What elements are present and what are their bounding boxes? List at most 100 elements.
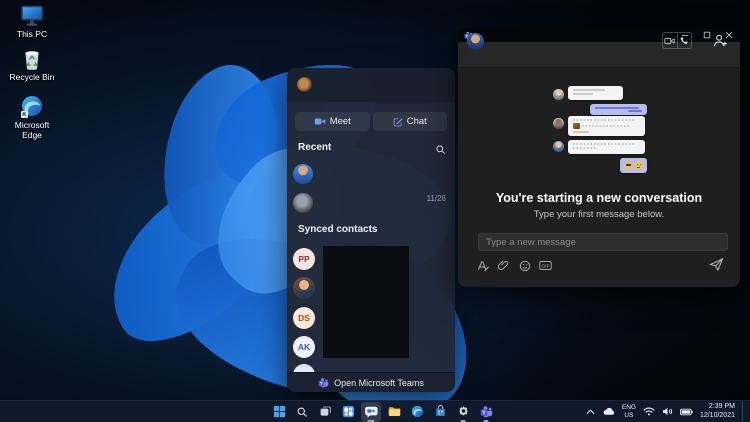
desktop-icon-label: This PC [16,29,48,39]
language-line1: ENG [621,404,636,412]
chat-button[interactable]: Chat [372,112,447,131]
chat-button-label: Chat [406,116,427,127]
edge-icon [19,95,45,119]
teams-logo-icon [318,378,329,388]
illustration-message [568,140,645,154]
illustration-avatar [553,89,564,100]
call-button-group [662,32,692,49]
illustration-avatar [553,141,564,152]
meet-camera-icon [314,118,325,125]
illustration-message-sent [590,104,647,115]
contact-avatar-initials[interactable]: AK [293,336,315,358]
audio-call-button[interactable] [676,33,692,48]
gear-icon [458,406,468,416]
mini-window-header[interactable] [287,68,455,102]
recycle-bin-icon [19,47,45,71]
wifi-icon[interactable] [643,407,655,416]
attach-icon[interactable] [497,259,510,272]
emoji-sunglasses-icon [625,161,632,170]
meet-button-label: Meet [329,116,351,127]
tray-chevron-up-icon[interactable] [586,408,595,415]
chat-contact-avatar[interactable] [467,33,484,50]
video-call-icon [664,37,675,44]
chat-camera-icon [365,406,378,418]
taskbar: ENG US 2:39 PM 12/10/2021 [0,400,750,422]
add-people-button[interactable] [713,34,728,48]
gif-icon[interactable]: GIF [539,259,552,272]
format-icon[interactable] [476,259,489,272]
emoji-picker-icon[interactable] [518,259,531,272]
contact-initials: DS [298,313,310,323]
edge-icon [411,405,423,418]
teams-app-button[interactable] [476,402,496,422]
file-explorer-button[interactable] [384,402,404,422]
desktop-icon-microsoft-edge[interactable]: Microsoft Edge [6,95,58,141]
empty-state-subtitle: Type your first message below. [533,209,665,220]
show-desktop-button[interactable] [742,401,745,422]
start-button[interactable] [269,402,289,422]
contact-avatar-initials[interactable]: PP [293,248,315,270]
battery-icon[interactable] [679,408,693,416]
contact-avatar-initials[interactable]: DS [293,307,315,329]
illustration-message [568,116,645,136]
taskbar-clock[interactable]: 2:39 PM 12/10/2021 [700,403,735,420]
recent-contact-avatar[interactable] [293,193,313,213]
open-teams-label: Open Microsoft Teams [334,377,424,388]
maximize-icon[interactable] [702,30,712,40]
message-input[interactable] [478,233,728,251]
send-message-icon[interactable] [708,257,724,272]
open-microsoft-teams-link[interactable]: Open Microsoft Teams [287,372,455,392]
clock-date: 12/10/2021 [699,411,735,419]
settings-button[interactable] [453,402,473,422]
desktop: This PC Recycle Bin Microsoft Edge Meet … [0,0,750,422]
windows-start-icon [273,405,285,418]
language-line2: US [624,411,634,419]
teams-logo-icon [480,406,492,418]
volume-icon[interactable] [662,407,673,416]
recent-timestamp: 11/26 [426,194,446,203]
compose-icon [393,117,403,126]
synced-contacts-header: Synced contacts [298,224,378,235]
audio-call-icon [680,36,688,45]
microsoft-store-button[interactable] [430,402,450,422]
task-view-icon [320,406,331,416]
contact-initials: PP [298,254,310,264]
chat-header [458,42,740,68]
onedrive-cloud-icon[interactable] [602,407,615,416]
illustration-message [568,86,623,100]
edge-browser-button[interactable] [407,402,427,422]
widgets-button[interactable] [338,402,358,422]
svg-text:GIF: GIF [541,264,549,270]
taskbar-search-button[interactable] [292,402,312,422]
illustration-avatar [553,118,564,129]
language-indicator[interactable]: ENG US [622,404,636,418]
search-icon[interactable] [435,142,446,155]
illustration-image-chip [573,123,580,129]
add-people-icon [713,34,727,47]
desktop-icon-label: Microsoft Edge [14,120,50,140]
contact-avatar-photo[interactable] [293,277,315,299]
widgets-icon [342,405,354,418]
emoji-neutral-icon [635,161,642,170]
meet-button[interactable]: Meet [295,112,370,131]
desktop-icon-label: Recycle Bin [9,72,55,82]
desktop-icon-this-pc[interactable]: This PC [6,4,58,40]
chat-app-button[interactable] [361,401,381,422]
teams-chat-window: You're starting a new conversation Type … [458,28,740,287]
video-call-button[interactable] [663,33,677,48]
chat-window-titlebar[interactable] [458,28,740,42]
user-avatar[interactable] [297,77,312,92]
recent-contact-avatar[interactable] [293,164,313,184]
teams-mini-window: Meet Chat Recent 11/26 Synced contacts P… [287,68,455,392]
contact-initials: AK [297,342,311,352]
redacted-contact-names [323,246,409,358]
store-icon [435,405,445,416]
illustration-emoji-message [620,158,647,173]
desktop-icon-recycle-bin[interactable]: Recycle Bin [6,47,58,83]
recent-section-header: Recent [298,142,332,153]
this-pc-icon [19,4,45,28]
clock-time: 2:39 PM [708,403,735,411]
search-icon [297,407,307,417]
task-view-button[interactable] [315,402,335,422]
file-explorer-icon [388,407,400,416]
